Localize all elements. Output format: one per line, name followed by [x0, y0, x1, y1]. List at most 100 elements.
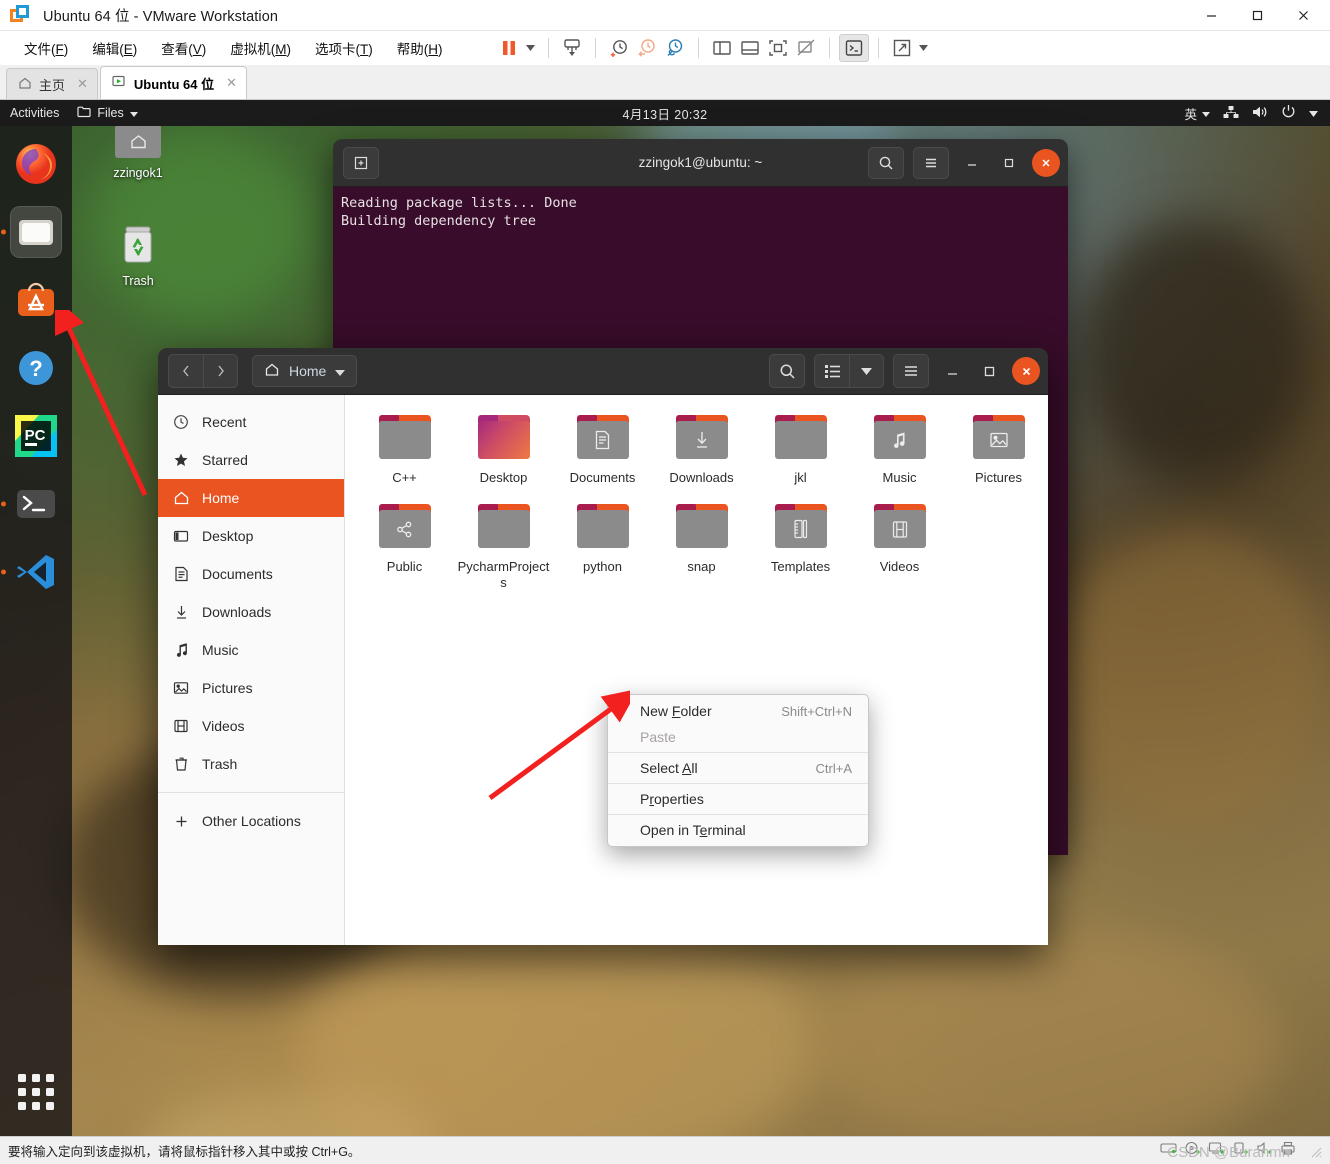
fullscreen-button[interactable] [764, 34, 792, 62]
files-close-button[interactable] [1012, 357, 1040, 385]
files-minimize-button[interactable] [938, 357, 966, 385]
terminal-menu-button[interactable] [913, 146, 949, 179]
chevron-down-icon[interactable] [1309, 106, 1318, 120]
unity-mode-button[interactable] [792, 34, 820, 62]
back-button[interactable] [169, 355, 203, 387]
tab-ubuntu-close-icon[interactable]: ✕ [226, 75, 237, 91]
context-menu-new-folder[interactable]: New Folder Shift+Ctrl+N [608, 698, 868, 724]
clock[interactable]: 4月13日 20:32 [622, 104, 707, 123]
forward-button[interactable] [203, 355, 237, 387]
app-menu-files[interactable]: Files [77, 105, 138, 121]
file-item-templates[interactable]: Templates [751, 496, 850, 597]
menu-tabs[interactable]: 选项卡(T) [305, 35, 383, 61]
network-wired-icon[interactable] [1223, 105, 1239, 122]
tab-home-label: 主页 [39, 77, 66, 93]
terminal-minimize-button[interactable] [958, 149, 986, 177]
snapshot-manager-button[interactable] [661, 34, 689, 62]
chevron-down-icon [129, 106, 138, 120]
show-sidebar-button[interactable] [708, 34, 736, 62]
file-item-python[interactable]: python [553, 496, 652, 597]
terminal-close-button[interactable] [1032, 148, 1060, 177]
tab-ubuntu[interactable]: Ubuntu 64 位 ✕ [99, 66, 247, 99]
dock-item-terminal[interactable] [10, 478, 62, 530]
suspend-button[interactable] [495, 34, 523, 62]
file-item-pycharmprojects[interactable]: PycharmProjects [454, 496, 553, 597]
dock-item-vscode[interactable] [10, 546, 62, 598]
menu-view[interactable]: 查看(V) [151, 35, 216, 61]
context-menu-properties[interactable]: Properties [608, 786, 868, 812]
home-icon [264, 362, 280, 380]
sidebar-item-other-locations[interactable]: Other Locations [158, 802, 344, 840]
files-window[interactable]: Home Recent Starred Home Desktop Documen… [158, 348, 1048, 945]
snapshot-button[interactable] [558, 34, 586, 62]
folder-icon [477, 504, 530, 548]
desktop-icon-home[interactable]: zzingok1 [92, 120, 184, 180]
revert-snapshot-button[interactable] [633, 34, 661, 62]
file-item-jkl[interactable]: jkl [751, 407, 850, 492]
menu-edit[interactable]: 编辑(E) [82, 35, 147, 61]
resize-grip-icon[interactable] [1308, 1144, 1322, 1158]
files-search-button[interactable] [770, 355, 804, 387]
file-item-pictures[interactable]: Pictures [949, 407, 1048, 492]
context-menu-paste: Paste [640, 729, 676, 745]
file-item-public[interactable]: Public [355, 496, 454, 597]
file-item-cpp[interactable]: C++ [355, 407, 454, 492]
power-dropdown-caret-icon[interactable] [523, 34, 539, 62]
sidebar-item-downloads[interactable]: Downloads [158, 593, 344, 631]
desktop-icon-home-label: zzingok1 [113, 166, 163, 180]
view-options-caret-icon[interactable] [849, 355, 883, 387]
list-view-button[interactable] [815, 355, 849, 387]
files-menu-button[interactable] [894, 355, 928, 387]
file-item-downloads[interactable]: Downloads [652, 407, 751, 492]
sidebar-item-pictures[interactable]: Pictures [158, 669, 344, 707]
menu-vm[interactable]: 虚拟机(M) [220, 35, 301, 61]
minimize-button[interactable] [1188, 0, 1234, 30]
dock-item-help[interactable]: ? [10, 342, 62, 394]
maximize-button[interactable] [1234, 0, 1280, 30]
input-source-indicator[interactable]: 英 [1184, 104, 1210, 123]
dock-item-firefox[interactable] [10, 138, 62, 190]
path-bar-home[interactable]: Home [252, 355, 358, 387]
file-item-documents[interactable]: Documents [553, 407, 652, 492]
volume-icon[interactable] [1252, 105, 1268, 122]
file-item-music[interactable]: Music [850, 407, 949, 492]
new-tab-button[interactable] [343, 146, 379, 179]
sidebar-item-documents[interactable]: Documents [158, 555, 344, 593]
dock-item-ubuntu-software[interactable] [10, 274, 62, 326]
files-maximize-button[interactable] [975, 357, 1003, 385]
context-menu-new-folder-accel: Shift+Ctrl+N [781, 703, 852, 719]
dock-item-pycharm[interactable]: PC [10, 410, 62, 462]
ubuntu-guest-screen[interactable]: Activities Files 4月13日 20:32 英 ? PC zzin… [0, 100, 1330, 1136]
menu-help[interactable]: 帮助(H) [387, 35, 453, 61]
sidebar-item-starred[interactable]: Starred [158, 441, 344, 479]
sidebar-item-trash[interactable]: Trash [158, 745, 344, 783]
power-icon[interactable] [1281, 104, 1296, 122]
activities-button[interactable]: Activities [10, 106, 59, 120]
tab-home[interactable]: 主页 ✕ [6, 68, 98, 99]
sidebar-item-music[interactable]: Music [158, 631, 344, 669]
terminal-search-button[interactable] [868, 146, 904, 179]
context-menu-open-in-terminal[interactable]: Open in Terminal [608, 817, 868, 843]
take-snapshot-button[interactable] [605, 34, 633, 62]
file-item-videos[interactable]: Videos [850, 496, 949, 597]
context-menu[interactable]: New Folder Shift+Ctrl+N Paste Select All… [607, 694, 869, 847]
terminal-maximize-button[interactable] [995, 149, 1023, 177]
context-menu-select-all[interactable]: Select All Ctrl+A [608, 755, 868, 781]
files-content-area[interactable]: C++ Desktop Documents Downloads jkl Musi… [345, 395, 1048, 945]
show-applications-button[interactable] [12, 1068, 60, 1116]
show-bottom-panel-button[interactable] [736, 34, 764, 62]
close-button[interactable] [1280, 0, 1326, 30]
console-button[interactable] [838, 34, 869, 62]
file-item-desktop[interactable]: Desktop [454, 407, 553, 492]
file-item-snap[interactable]: snap [652, 496, 751, 597]
sidebar-item-recent[interactable]: Recent [158, 403, 344, 441]
dock-item-files[interactable] [10, 206, 62, 258]
menu-file[interactable]: 文件(F) [14, 35, 78, 61]
stretch-button[interactable] [888, 34, 916, 62]
desktop-icon-trash[interactable]: Trash [92, 222, 184, 288]
sidebar-item-videos[interactable]: Videos [158, 707, 344, 745]
tab-home-close-icon[interactable]: ✕ [77, 76, 88, 92]
sidebar-item-home[interactable]: Home [158, 479, 344, 517]
stretch-dropdown-caret-icon[interactable] [916, 34, 932, 62]
sidebar-item-desktop[interactable]: Desktop [158, 517, 344, 555]
